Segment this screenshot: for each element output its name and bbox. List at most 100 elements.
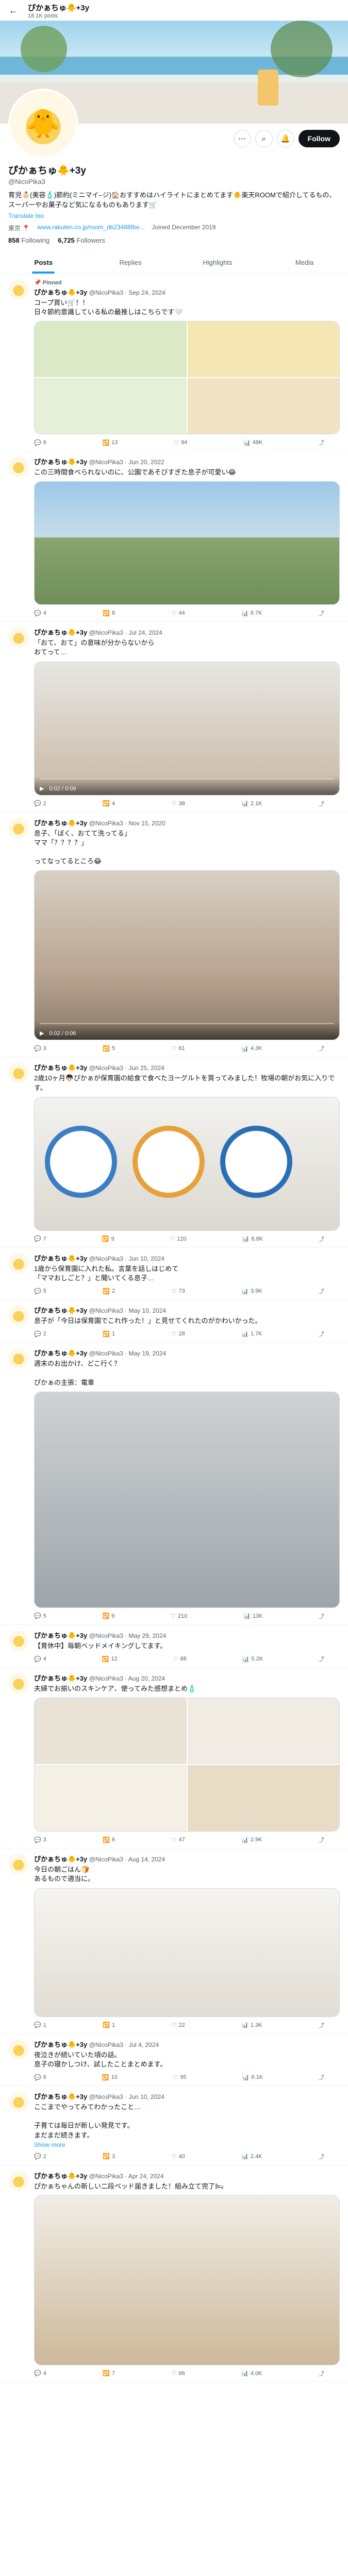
tweet-avatar[interactable] <box>8 2170 29 2191</box>
tweet-author-name[interactable]: ぴかぁちゅ🐥+3y <box>34 1307 87 1314</box>
retweet-button[interactable]: 🔁 9 <box>102 1235 114 1243</box>
tweet-image-tile[interactable] <box>187 321 339 378</box>
views-button[interactable]: 📊 1.3K <box>241 2021 262 2029</box>
tab-posts[interactable]: Posts <box>0 251 87 274</box>
like-button[interactable]: ♡ 28 <box>172 1330 185 1338</box>
tweet[interactable]: ぴかぁちゅ🐥+3y @NicoPika3 · Apr 24, 2024 ぴかぁちゃ… <box>0 2165 348 2382</box>
views-button[interactable]: 📊 8.8K <box>242 1235 263 1243</box>
views-button[interactable]: 📊 2.4K <box>241 2153 262 2161</box>
share-icon[interactable]: ⤴ <box>319 800 324 808</box>
tweet-author-name[interactable]: ぴかぁちゅ🐥+3y <box>34 289 87 296</box>
reply-button[interactable]: 💬 4 <box>34 1655 46 1663</box>
tweet[interactable]: ぴかぁちゅ🐥+3y @NicoPika3 · Jul 24, 2024 「おて、お… <box>0 622 348 812</box>
like-button[interactable]: ♡ 22 <box>172 2021 185 2029</box>
tweet-avatar[interactable] <box>8 1305 29 1326</box>
reply-button[interactable]: 💬 4 <box>34 2369 46 2378</box>
reply-button[interactable]: 💬 2 <box>34 800 46 808</box>
like-button[interactable]: ♡ 44 <box>172 609 185 617</box>
tab-media[interactable]: Media <box>261 251 348 274</box>
reply-button[interactable]: 💬 5 <box>34 1287 46 1295</box>
reply-button[interactable]: 💬 5 <box>34 1612 46 1620</box>
profile-link[interactable]: www.rakuten.co.jp/room_db23488fbe... <box>37 224 144 232</box>
tweet-video[interactable]: ▶ 0:02 / 0:06 <box>34 870 340 1041</box>
tweet-image-tile[interactable] <box>35 1765 187 1832</box>
tweet-author-name[interactable]: ぴかぁちゅ🐥+3y <box>34 2041 87 2048</box>
reply-button[interactable]: 💬 3 <box>34 1044 46 1053</box>
tab-highlights[interactable]: Highlights <box>174 251 261 274</box>
tweet[interactable]: 📌 Pinned ぴかぁちゅ🐥+3y @NicoPika3 · Sep 24, 2… <box>0 274 348 452</box>
tweet-image[interactable] <box>34 321 340 435</box>
tweet-image[interactable] <box>34 1888 340 2017</box>
retweet-button[interactable]: 🔁 10 <box>102 2073 118 2081</box>
tweet-avatar[interactable] <box>8 2039 29 2060</box>
followers-link[interactable]: 6,725 Followers <box>58 236 105 244</box>
tweet[interactable]: ぴかぁちゅ🐥+3y @NicoPika3 · May 10, 2024 息子が「今… <box>0 1300 348 1343</box>
tweet-image[interactable] <box>34 2195 340 2365</box>
tweet-author-name[interactable]: ぴかぁちゅ🐥+3y <box>34 1632 87 1639</box>
share-icon[interactable]: ⤴ <box>319 2153 324 2161</box>
tweet-image-tile[interactable] <box>35 321 187 378</box>
share-icon[interactable]: ⤴ <box>319 1287 324 1295</box>
share-icon[interactable]: ⤴ <box>319 1655 324 1663</box>
tweet-avatar[interactable] <box>8 817 29 838</box>
play-icon[interactable]: ▶ <box>40 785 44 792</box>
tweet[interactable]: ぴかぁちゅ🐥+3y @NicoPika3 · Jun 10, 2024 ここまでや… <box>0 2086 348 2165</box>
retweet-button[interactable]: 🔁 1 <box>103 2021 115 2029</box>
tweet-author-name[interactable]: ぴかぁちゅ🐥+3y <box>34 1255 87 1262</box>
search-icon[interactable]: ⌕ <box>255 130 273 147</box>
tweet-image[interactable] <box>34 1096 340 1231</box>
tweet-author-name[interactable]: ぴかぁちゅ🐥+3y <box>34 458 87 466</box>
tweet-author-name[interactable]: ぴかぁちゅ🐥+3y <box>34 629 87 636</box>
like-button[interactable]: ♡ 88 <box>173 1655 187 1663</box>
retweet-button[interactable]: 🔁 9 <box>103 1612 115 1620</box>
views-button[interactable]: 📊 2.1K <box>241 800 262 808</box>
reply-button[interactable]: 💬 6 <box>34 2073 46 2081</box>
tweet-image[interactable] <box>34 1391 340 1608</box>
tweet-image-tile[interactable] <box>187 1698 339 1765</box>
more-options-button[interactable]: ⋯ <box>233 130 251 147</box>
share-icon[interactable]: ⤴ <box>319 1330 324 1338</box>
tweet[interactable]: ぴかぁちゅ🐥+3y @NicoPika3 · Jun 20, 2022 この三時間… <box>0 451 348 622</box>
views-button[interactable]: 📊 4.3K <box>241 1044 262 1053</box>
tweet[interactable]: ぴかぁちゅ🐥+3y @NicoPika3 · May 19, 2024 週末のお出… <box>0 1343 348 1625</box>
tweet[interactable]: ぴかぁちゅ🐥+3y @NicoPika3 · Jul 4, 2024 夜泣きが続い… <box>0 2034 348 2086</box>
reply-button[interactable]: 💬 2 <box>34 1330 46 1338</box>
tweet-author-name[interactable]: ぴかぁちゅ🐥+3y <box>34 819 87 827</box>
tweet-author-name[interactable]: ぴかぁちゅ🐥+3y <box>34 1064 87 1072</box>
avatar[interactable]: 🐥 <box>8 89 78 159</box>
tweet-avatar[interactable] <box>8 1630 29 1651</box>
views-button[interactable]: 📊 13K <box>243 1612 262 1620</box>
share-icon[interactable]: ⤴ <box>319 2369 324 2378</box>
tweet-image[interactable] <box>34 481 340 605</box>
notification-bell-icon[interactable]: 🔔 <box>276 130 294 147</box>
views-button[interactable]: 📊 6.1K <box>242 2073 263 2081</box>
tweet-author-name[interactable]: ぴかぁちゅ🐥+3y <box>34 2093 87 2100</box>
reply-button[interactable]: 💬 7 <box>34 1235 46 1243</box>
views-button[interactable]: 📊 6.7K <box>241 609 262 617</box>
reply-button[interactable]: 💬 1 <box>34 2021 46 2029</box>
like-button[interactable]: ♡ 94 <box>174 438 187 447</box>
tweet-author-name[interactable]: ぴかぁちゅ🐥+3y <box>34 1855 87 1863</box>
retweet-button[interactable]: 🔁 6 <box>103 1836 115 1844</box>
retweet-button[interactable]: 🔁 5 <box>103 1044 115 1053</box>
share-icon[interactable]: ⤴ <box>319 1235 324 1243</box>
like-button[interactable]: ♡ 210 <box>171 1612 187 1620</box>
share-icon[interactable]: ⤴ <box>319 1044 324 1053</box>
like-button[interactable]: ♡ 47 <box>172 1836 185 1844</box>
retweet-button[interactable]: 🔁 12 <box>102 1655 118 1663</box>
tweet-video[interactable]: ▶ 0:02 / 0:09 <box>34 661 340 795</box>
tweet-image-tile[interactable] <box>35 1698 187 1765</box>
like-button[interactable]: ♡ 61 <box>172 1044 185 1053</box>
retweet-button[interactable]: 🔁 13 <box>103 438 118 447</box>
tweet-avatar[interactable] <box>8 1348 29 1369</box>
views-button[interactable]: 📊 3.9K <box>241 1287 262 1295</box>
retweet-button[interactable]: 🔁 4 <box>103 800 115 808</box>
views-button[interactable]: 📊 5.2K <box>242 1655 263 1663</box>
share-icon[interactable]: ⤴ <box>319 609 324 617</box>
tweet-author-name[interactable]: ぴかぁちゅ🐥+3y <box>34 1349 87 1357</box>
tweet[interactable]: ぴかぁちゅ🐥+3y @NicoPika3 · Jun 25, 2024 2歳10ヶ… <box>0 1057 348 1248</box>
tab-replies[interactable]: Replies <box>87 251 174 274</box>
share-icon[interactable]: ⤴ <box>319 438 324 447</box>
reply-button[interactable]: 💬 4 <box>34 609 46 617</box>
retweet-button[interactable]: 🔁 2 <box>103 1287 115 1295</box>
